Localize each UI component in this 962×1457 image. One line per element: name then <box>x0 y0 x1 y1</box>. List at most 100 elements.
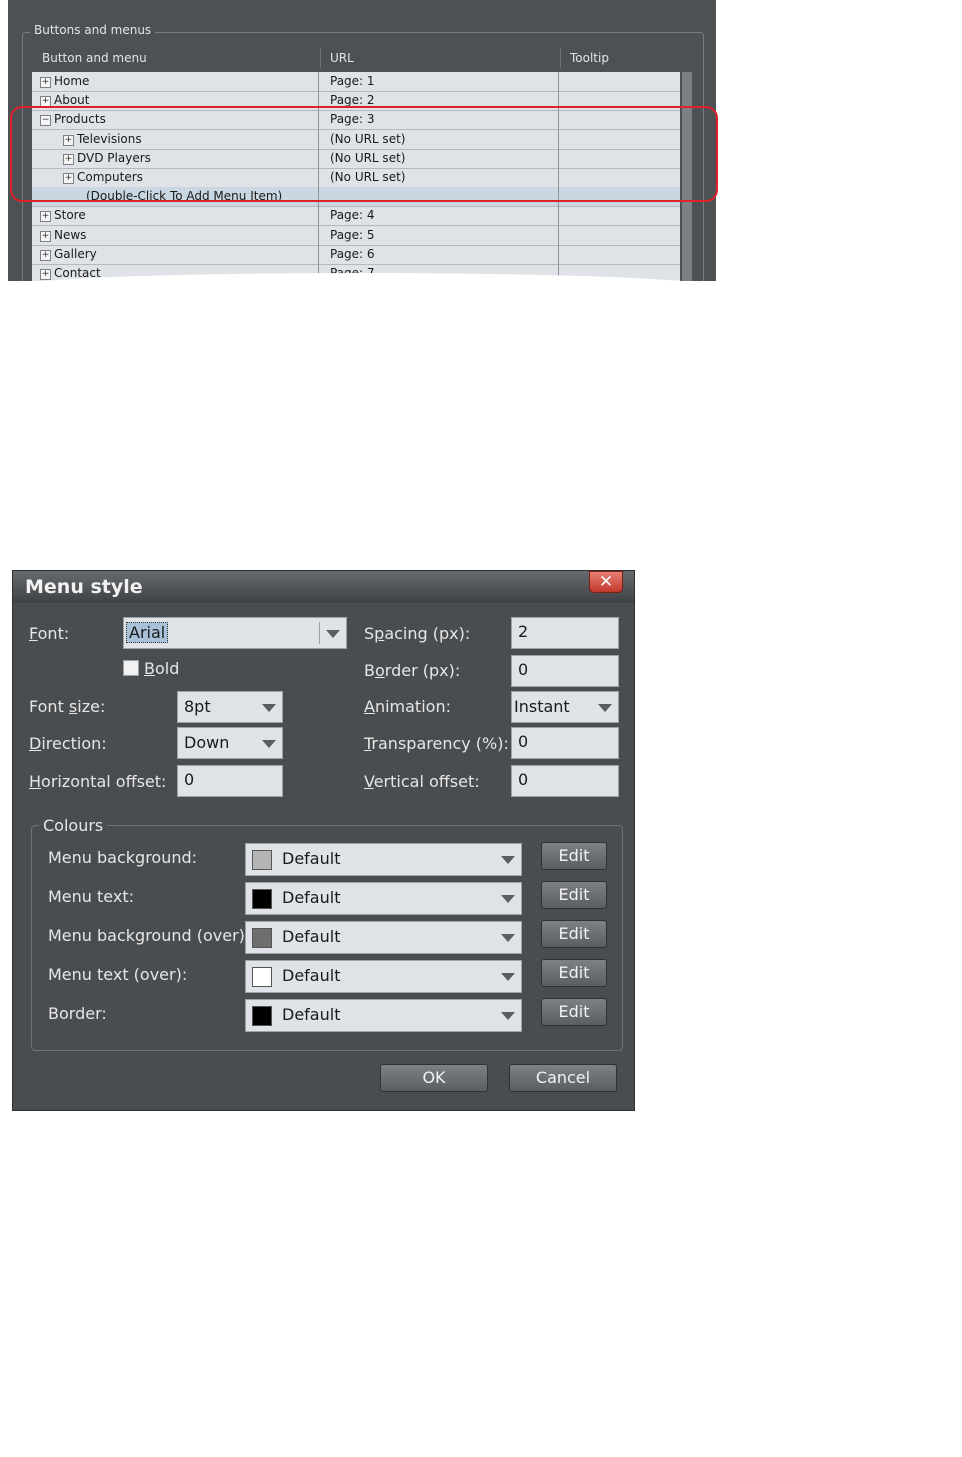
chevron-down-icon[interactable] <box>262 704 276 712</box>
expand-icon[interactable]: + <box>40 269 51 280</box>
buttons-menus-legend: Buttons and menus <box>30 23 156 37</box>
chevron-down-icon[interactable] <box>326 630 340 638</box>
border-px-label: Border (px): <box>364 661 461 680</box>
colour-dropdown-value: Default <box>282 1005 341 1024</box>
colour-dropdown-value: Default <box>282 888 341 907</box>
tree-row[interactable]: + Gallery Page: 6 <box>32 244 680 265</box>
ok-button[interactable]: OK <box>380 1064 488 1092</box>
spacing-label: Spacing (px): <box>364 624 471 643</box>
edit-colour-button[interactable]: Edit <box>541 998 607 1026</box>
edit-colour-button[interactable]: Edit <box>541 881 607 909</box>
edit-colour-button[interactable]: Edit <box>541 959 607 987</box>
colour-dropdown[interactable]: Default <box>245 921 522 954</box>
chevron-down-icon[interactable] <box>598 704 612 712</box>
font-label: Font: <box>29 624 70 643</box>
colour-dropdown[interactable]: Default <box>245 960 522 993</box>
tree-row[interactable]: + News Page: 5 <box>32 225 680 246</box>
bold-label[interactable]: Bold <box>144 659 179 678</box>
column-header-url[interactable]: URL <box>330 51 354 65</box>
tree-row-label: + Store <box>40 208 86 223</box>
expand-icon[interactable]: + <box>40 249 51 261</box>
edit-colour-button[interactable]: Edit <box>541 920 607 948</box>
menu-style-dialog: Menu style ✕ Font: Arial Bold Font size:… <box>12 570 635 1111</box>
cell-divider <box>558 72 559 91</box>
close-icon[interactable]: ✕ <box>589 571 623 593</box>
dropdown-split <box>319 622 320 644</box>
url-cell[interactable]: Page: 5 <box>330 228 375 242</box>
colour-swatch <box>252 889 272 909</box>
tree-row[interactable]: + Store Page: 4 <box>32 206 680 227</box>
expand-icon[interactable]: + <box>40 211 51 223</box>
grid-header: Button and menu URL Tooltip <box>32 46 692 70</box>
tree-row[interactable]: + Home Page: 1 <box>32 72 680 92</box>
colour-dropdown-value: Default <box>282 927 341 946</box>
chevron-down-icon[interactable] <box>262 740 276 748</box>
chevron-down-icon[interactable] <box>501 895 515 903</box>
transparency-field[interactable]: 0 <box>511 727 619 759</box>
border-px-field[interactable]: 0 <box>511 655 619 687</box>
menu-item-name: News <box>54 227 87 242</box>
chevron-down-icon[interactable] <box>501 973 515 981</box>
colour-swatch <box>252 850 272 870</box>
colour-row-label: Menu background (over): <box>48 926 251 945</box>
direction-dropdown[interactable]: Down <box>177 727 283 759</box>
colours-legend: Colours <box>39 816 108 835</box>
chevron-down-icon[interactable] <box>501 856 515 864</box>
colour-swatch <box>252 928 272 948</box>
cell-divider <box>318 244 319 264</box>
cell-divider <box>318 225 319 245</box>
font-size-value: 8pt <box>184 697 211 716</box>
tree-row-label: + Home <box>40 74 89 88</box>
vertical-offset-field[interactable]: 0 <box>511 765 619 797</box>
animation-label: Animation: <box>364 697 451 716</box>
colour-dropdown-value: Default <box>282 849 341 868</box>
cell-divider <box>558 206 559 226</box>
direction-value: Down <box>184 733 230 752</box>
colour-dropdown-value: Default <box>282 966 341 985</box>
font-size-label: Font size: <box>29 697 106 716</box>
colour-dropdown[interactable]: Default <box>245 843 522 876</box>
cancel-button[interactable]: Cancel <box>509 1064 617 1092</box>
dialog-titlebar[interactable]: Menu style ✕ <box>13 571 634 603</box>
cell-divider <box>318 72 319 91</box>
cell-divider <box>558 244 559 264</box>
tree-row-label: + News <box>40 228 86 242</box>
transparency-label: Transparency (%): <box>364 734 509 753</box>
url-cell[interactable]: Page: 6 <box>330 247 375 261</box>
font-dropdown-value: Arial <box>126 622 169 643</box>
expand-icon[interactable]: + <box>40 230 51 242</box>
direction-label: Direction: <box>29 734 107 753</box>
colour-swatch <box>252 1006 272 1026</box>
dialog-title: Menu style <box>25 576 143 598</box>
animation-value: Instant <box>514 697 570 716</box>
chevron-down-icon[interactable] <box>501 1012 515 1020</box>
font-size-dropdown[interactable]: 8pt <box>177 691 283 723</box>
vertical-offset-label: Vertical offset: <box>364 772 480 791</box>
colour-swatch <box>252 967 272 987</box>
colour-dropdown[interactable]: Default <box>245 999 522 1032</box>
colour-row-label: Border: <box>48 1004 107 1023</box>
expand-icon[interactable]: + <box>40 77 51 88</box>
colour-row-label: Menu text: <box>48 887 134 906</box>
font-dropdown[interactable]: Arial <box>123 617 347 649</box>
tree-row-label: + Gallery <box>40 247 97 261</box>
horizontal-offset-field[interactable]: 0 <box>177 765 283 797</box>
colour-row-label: Menu text (over): <box>48 965 188 984</box>
menu-item-name: Store <box>54 208 86 223</box>
colour-row-label: Menu background: <box>48 848 198 867</box>
column-header-button-and-menu[interactable]: Button and menu <box>42 51 147 65</box>
animation-dropdown[interactable]: Instant <box>511 691 619 723</box>
url-cell[interactable]: Page: 1 <box>330 74 375 88</box>
spacing-field[interactable]: 2 <box>511 617 619 649</box>
menu-item-name: Home <box>54 74 90 88</box>
chevron-down-icon[interactable] <box>501 934 515 942</box>
column-divider[interactable] <box>320 48 321 68</box>
edit-colour-button[interactable]: Edit <box>541 842 607 870</box>
bold-checkbox[interactable] <box>123 660 139 676</box>
column-header-tooltip[interactable]: Tooltip <box>570 51 609 65</box>
column-divider[interactable] <box>560 48 561 68</box>
horizontal-offset-label: Horizontal offset: <box>29 772 167 791</box>
colour-dropdown[interactable]: Default <box>245 882 522 915</box>
menu-item-name: Gallery <box>54 246 97 261</box>
url-cell[interactable]: Page: 4 <box>330 208 375 222</box>
